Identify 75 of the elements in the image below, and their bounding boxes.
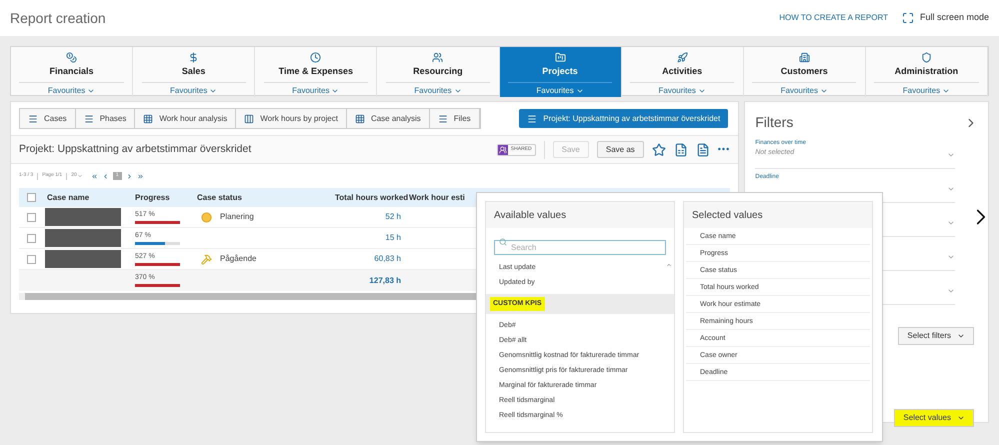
nav-tab[interactable]: Sales Favourites (133, 47, 256, 96)
hours-cell-text: 15 h (384, 232, 402, 244)
report-type-tab[interactable]: Cases (20, 109, 76, 128)
hammer-icon (201, 254, 212, 264)
select-filters-button[interactable]: Select filters (898, 327, 974, 345)
hours-cell-text: 52 h (384, 211, 402, 223)
excel-icon[interactable] (674, 142, 688, 156)
next-page-icon[interactable] (126, 172, 133, 180)
page-title: Report creation (10, 8, 106, 28)
filters-title: Filters (755, 113, 794, 132)
clock-icon (310, 52, 322, 63)
select-values-button[interactable]: Select values (894, 409, 974, 427)
first-page-icon[interactable] (90, 172, 98, 180)
chevron-icon (957, 414, 965, 422)
status-text: Pågående (220, 253, 256, 265)
nav-tab[interactable]: Financials Favourites (11, 47, 134, 96)
search-field[interactable]: Search (494, 240, 666, 255)
report-type-tab[interactable]: Case analysis (346, 109, 430, 128)
scroll-up-icon[interactable] (666, 262, 672, 268)
fullscreen-button[interactable]: Full screen mode (902, 11, 989, 25)
more-button[interactable]: ••• (718, 142, 730, 156)
users-icon (432, 52, 444, 63)
shared-icon (498, 144, 508, 154)
rocket-icon (676, 52, 688, 63)
select-all-checkbox[interactable] (26, 193, 36, 202)
selected-values-title: Selected values (692, 208, 763, 222)
column-header[interactable]: Case name (43, 192, 131, 204)
search-icon (499, 238, 507, 246)
nav-tab[interactable]: Time & Expenses Favourites (255, 47, 378, 96)
nav-tab[interactable]: Customers Favourites (744, 47, 866, 96)
report-type-tab[interactable]: Phases (76, 109, 136, 128)
grid-icon (354, 114, 365, 124)
hours-total: 127,83 h (368, 274, 402, 286)
status-text: Planering (220, 211, 254, 223)
chevron-icon (947, 287, 956, 295)
folder-icon (554, 52, 566, 63)
report-title: Projekt: Uppskattning av arbetstimmar överskridet (19, 142, 252, 157)
report-type-tab[interactable]: Work hour analysis (135, 109, 236, 128)
last-page-icon[interactable] (136, 172, 144, 180)
hours-cell-text: 60,83 h (373, 253, 402, 265)
row-checkbox[interactable] (26, 254, 36, 264)
building-icon (798, 52, 810, 63)
chevron-icon (947, 185, 956, 193)
list-icon (438, 114, 448, 124)
coins-icon (66, 52, 78, 63)
grid-icon (143, 114, 154, 124)
column-header[interactable]: Progress (131, 192, 193, 204)
dollar-icon (188, 52, 200, 63)
list-icon (527, 114, 538, 124)
report-type-tab[interactable]: Work hours by project (236, 109, 347, 128)
star-icon[interactable] (652, 142, 666, 156)
csv-icon[interactable] (696, 142, 710, 156)
current-report-button[interactable]: Projekt: Uppskattning av arbetstimmar överskridet (519, 109, 728, 128)
list-icon (84, 114, 94, 124)
columns-icon (244, 114, 254, 124)
column-header[interactable]: Case status (193, 192, 331, 204)
chevron-icon (947, 219, 956, 227)
fullscreen-icon (902, 12, 914, 24)
nav-tab[interactable]: Activities Favourites (622, 47, 744, 96)
help-link[interactable]: HOW TO CREATE A REPORT (779, 12, 888, 24)
chevron-icon (947, 151, 956, 159)
nav-tab[interactable]: Projects Favourites (500, 47, 622, 96)
chevron-icon (947, 253, 956, 261)
previous-page-icon[interactable] (102, 172, 109, 180)
row-checkbox[interactable] (26, 212, 36, 222)
available-values-title: Available values (494, 208, 566, 222)
chevron-icon (957, 332, 965, 340)
shield-icon (920, 52, 932, 63)
nav-tab[interactable]: Administration Favourites (866, 47, 988, 96)
row-checkbox[interactable] (26, 234, 36, 242)
list-icon (28, 114, 38, 124)
chevron-icon (76, 173, 83, 179)
report-type-tab[interactable]: Files (430, 109, 480, 128)
save-as-button[interactable]: Save as (596, 141, 644, 158)
coin-icon (201, 212, 212, 222)
